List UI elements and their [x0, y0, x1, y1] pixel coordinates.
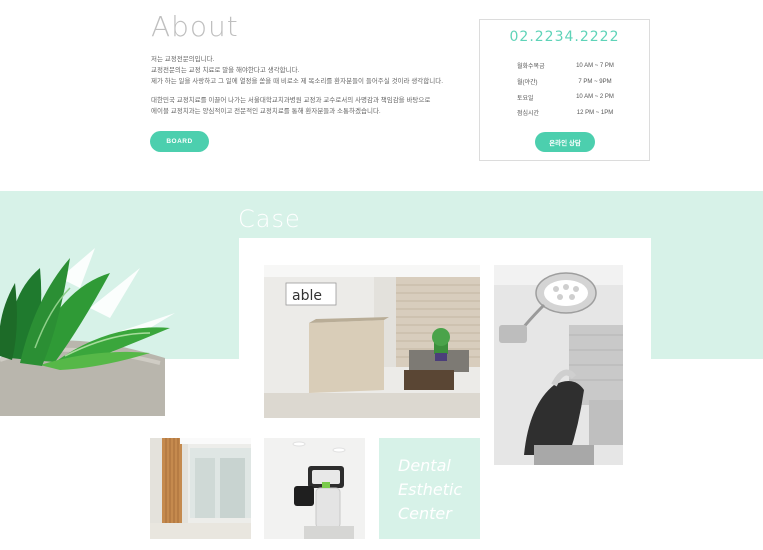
about-title: About	[151, 10, 239, 43]
about-line: 대한민국 교정치료를 이끌어 나가는 서울대학교치과병원 교정과 교수로서의 사…	[151, 97, 431, 104]
xray-machine-photo[interactable]	[264, 438, 365, 539]
hours-row: 토요일 10 AM ~ 2 PM	[517, 89, 627, 105]
hallway-photo[interactable]	[150, 438, 251, 539]
hours-day: 토요일	[517, 95, 534, 102]
dental-esthetic-center-tile[interactable]: Dental Esthetic Center	[379, 438, 480, 539]
reception-photo[interactable]: able	[264, 265, 480, 418]
hours-row: 점심시간 12 PM ~ 1PM	[517, 105, 627, 121]
esthetic-line-2: Esthetic	[398, 480, 463, 499]
online-consult-button[interactable]: 온라인 상담	[535, 132, 595, 152]
hours-time: 10 AM ~ 7 PM	[576, 62, 614, 69]
case-title: Case	[238, 205, 301, 233]
esthetic-line-1: Dental	[398, 456, 451, 475]
able-logo: able	[292, 288, 322, 304]
hours-day: 점심시간	[517, 111, 540, 118]
hours-time: 12 PM ~ 1PM	[576, 109, 614, 116]
hours-row: 월화수목금 10 AM ~ 7 PM	[517, 58, 627, 74]
hours-day: 월(야간)	[517, 80, 538, 87]
esthetic-line-3: Center	[398, 504, 452, 523]
dental-chair-photo[interactable]	[494, 265, 623, 465]
phone-number: 02.2234.2222	[509, 29, 620, 45]
hours-row: 월(야간) 7 PM ~ 9PM	[517, 74, 627, 90]
succulent-plant-image	[0, 248, 175, 416]
about-line: 교정전문의는 교정 치료로 말을 해야한다고 생각합니다.	[151, 67, 300, 74]
board-button[interactable]: BOARD	[150, 131, 209, 152]
hours-day: 월화수목금	[517, 64, 545, 71]
about-paragraph-2: 대한민국 교정치료를 이끌어 나가는 서울대학교치과병원 교정과 교수로서의 사…	[151, 95, 451, 117]
hours-time: 10 AM ~ 2 PM	[576, 94, 614, 101]
about-line: 제가 하는 일을 사랑하고 그 일에 열정을 쏟을 때 비로소 제 목소리를 환…	[151, 78, 444, 85]
hours-table: 월화수목금 10 AM ~ 7 PM 월(야간) 7 PM ~ 9PM 토요일 …	[517, 58, 627, 121]
about-paragraph-1: 저는 교정전문의입니다. 교정전문의는 교정 치료로 말을 해야한다고 생각합니…	[151, 54, 451, 87]
hours-time: 7 PM ~ 9PM	[578, 78, 612, 85]
about-line: 저는 교정전문의입니다.	[151, 56, 215, 63]
about-line: 에이블 교정치과는 양심적이고 전문적인 교정치료를 통해 환자분들과 소통하겠…	[151, 108, 381, 115]
